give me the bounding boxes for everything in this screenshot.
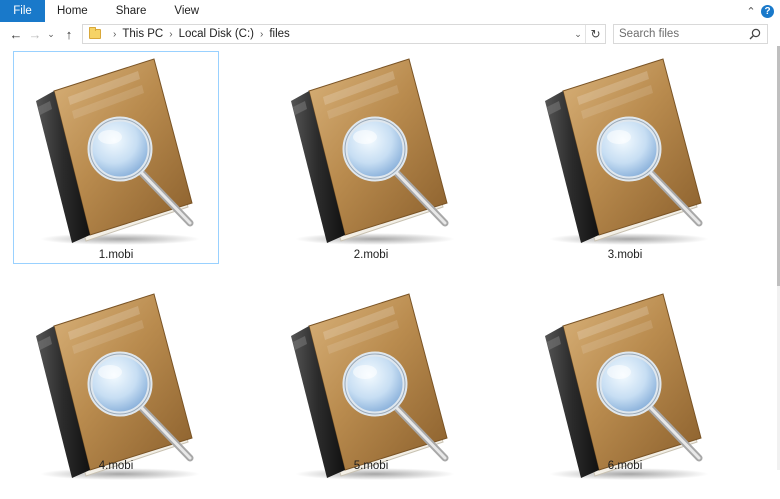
ebook-magnifier-icon — [28, 292, 208, 482]
minimize-ribbon-icon[interactable]: ⌃ — [741, 0, 761, 22]
file-item[interactable]: 6.mobi — [522, 286, 728, 499]
ebook-magnifier-icon — [537, 57, 717, 247]
tab-share[interactable]: Share — [102, 0, 161, 22]
breadcrumb-files[interactable]: files — [269, 28, 289, 40]
breadcrumb-this-pc[interactable]: This PC — [122, 28, 163, 40]
tab-file[interactable]: File — [0, 0, 45, 22]
chevron-right-icon[interactable]: › — [169, 29, 172, 40]
address-bar[interactable]: › This PC › Local Disk (C:) › files ⌄ ↻ — [82, 24, 606, 44]
ebook-magnifier-icon — [28, 57, 208, 247]
ebook-magnifier-icon — [283, 57, 463, 247]
tab-home[interactable]: Home — [45, 0, 102, 22]
file-name: 6.mobi — [607, 460, 643, 472]
ribbon-controls: ⌃ ? — [741, 0, 780, 22]
file-item[interactable]: 5.mobi — [268, 286, 474, 499]
file-name: 2.mobi — [353, 249, 389, 261]
ribbon: File Home Share View ⌃ ? — [0, 0, 780, 23]
up-arrow-icon[interactable]: ↑ — [60, 24, 78, 44]
tab-view[interactable]: View — [160, 0, 213, 22]
breadcrumb-local-disk[interactable]: Local Disk (C:) — [179, 28, 254, 40]
file-item[interactable]: 2.mobi — [268, 51, 474, 264]
help-icon[interactable]: ? — [761, 4, 774, 18]
file-item[interactable]: 4.mobi — [13, 286, 219, 499]
file-name: 4.mobi — [98, 460, 134, 472]
recent-locations-chevron-icon[interactable]: ⌄ — [44, 24, 58, 44]
back-arrow-icon[interactable]: ← — [7, 24, 25, 44]
chevron-right-icon[interactable]: › — [260, 29, 263, 40]
address-dropdown-icon[interactable]: ⌄ — [571, 25, 585, 43]
folder-icon — [89, 27, 101, 39]
ebook-magnifier-icon — [283, 292, 463, 482]
search-input[interactable] — [619, 28, 747, 40]
file-item[interactable]: 3.mobi — [522, 51, 728, 264]
file-name: 1.mobi — [98, 249, 134, 261]
ebook-magnifier-icon — [537, 292, 717, 482]
refresh-icon[interactable]: ↻ — [585, 25, 605, 43]
navigation-bar: ← → ⌄ ↑ › This PC › Local Disk (C:) › fi… — [0, 22, 780, 46]
search-icon[interactable] — [749, 28, 761, 40]
file-view: 1.mobi 2.mobi 3.mobi 4.mobi 5.mobi 6.mob… — [0, 46, 780, 480]
file-item[interactable]: 1.mobi — [13, 51, 219, 264]
search-box[interactable] — [613, 24, 768, 44]
file-name: 5.mobi — [353, 460, 389, 472]
file-name: 3.mobi — [607, 249, 643, 261]
chevron-right-icon[interactable]: › — [113, 29, 116, 40]
forward-arrow-icon[interactable]: → — [26, 24, 44, 44]
